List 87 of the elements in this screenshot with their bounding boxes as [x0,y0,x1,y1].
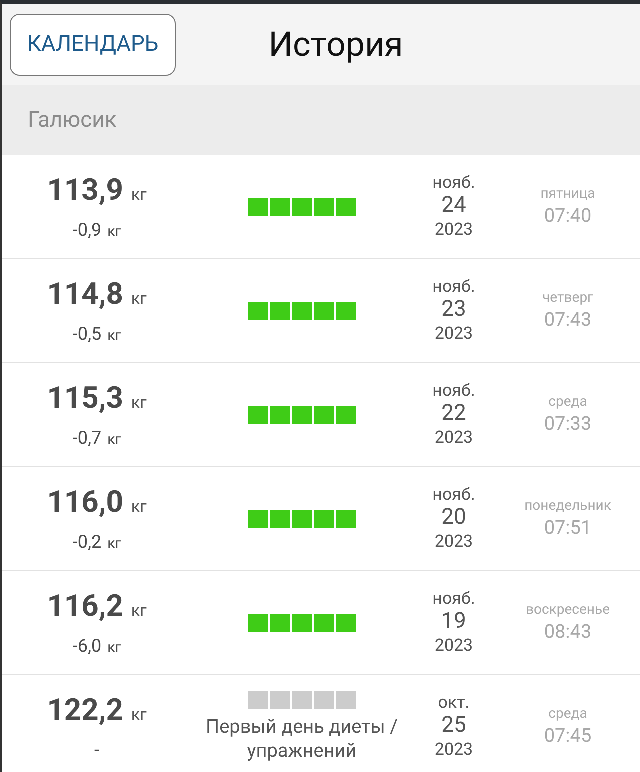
rating-square [248,614,268,632]
rating-square [292,614,312,632]
entry-note: Первый день диеты / упражнений [205,714,399,762]
rating-square [336,614,356,632]
date-year: 2023 [434,636,474,656]
section-header: Галюсик [2,85,640,155]
date-day: 20 [442,505,466,532]
weight-change: -0,2 [72,532,102,552]
rating-square [314,690,334,709]
entry-time: 07:51 [544,516,592,539]
entry-time: 07:43 [544,308,592,331]
rating-square [248,406,268,424]
weight-change: -6,0 [72,636,102,656]
rating-square [314,406,334,424]
date-year: 2023 [434,428,474,448]
rating-square [336,406,356,424]
weight-value: 113,9 [47,172,124,208]
rating-square [248,198,268,216]
change-unit: кг [108,536,122,552]
change-unit: кг [108,328,122,344]
rating-square [314,614,334,632]
weight-unit: кг [131,496,147,516]
rating-square [270,614,290,632]
rating-square [248,690,268,709]
rating-square [270,302,290,320]
rating-square [336,690,356,709]
rating-square [292,302,312,320]
weight-change: - [94,740,100,760]
weekday-label: четверг [542,290,594,306]
date-year: 2023 [434,740,474,760]
date-month: нояб. [432,381,476,402]
change-unit: кг [108,432,122,448]
date-day: 19 [442,609,466,636]
weight-change: -0,5 [72,324,102,344]
rating-square [314,198,334,216]
weight-unit: кг [131,600,147,620]
rating-square [292,510,312,528]
entry-time: 07:33 [544,412,592,435]
date-year: 2023 [434,532,474,552]
rating-square [270,510,290,528]
rating-square [292,198,312,216]
date-day: 24 [442,193,466,220]
rating-square [336,510,356,528]
weight-change: -0,7 [72,428,102,448]
weekday-label: среда [548,394,588,410]
change-unit: кг [108,224,122,240]
rating-square [314,302,334,320]
weight-unit: кг [131,704,147,724]
entry-time: 07:40 [544,204,592,227]
weight-value: 114,8 [47,276,124,312]
date-day: 25 [442,713,466,740]
calendar-button[interactable]: КАЛЕНДАРЬ [10,14,176,76]
date-month: нояб. [432,485,476,506]
weight-unit: кг [131,288,147,308]
weight-value: 122,2 [47,692,124,728]
date-year: 2023 [434,220,474,240]
change-unit: кг [108,640,122,656]
date-month: нояб. [432,173,476,194]
rating-square [336,198,356,216]
rating-square [336,302,356,320]
date-month: окт. [438,693,470,714]
rating-square [248,510,268,528]
weight-value: 116,0 [47,484,124,520]
rating-square [270,406,290,424]
date-day: 22 [442,401,466,428]
rating-square [292,406,312,424]
weight-unit: кг [131,184,147,204]
rating-square [270,690,290,709]
weekday-label: понедельник [524,498,612,514]
screen-title: История [268,24,404,64]
rating-square [292,690,312,709]
rating-square [248,302,268,320]
date-month: нояб. [432,589,476,610]
entry-time: 07:45 [544,724,592,747]
weekday-label: воскресенье [526,602,610,618]
weight-unit: кг [131,392,147,412]
date-month: нояб. [432,277,476,298]
date-year: 2023 [434,324,474,344]
entry-time: 08:43 [544,620,592,643]
weight-value: 116,2 [47,588,124,624]
weight-change: -0,9 [72,220,102,240]
weekday-label: пятница [540,186,596,202]
rating-square [270,198,290,216]
rating-square [314,510,334,528]
weight-value: 115,3 [47,380,124,416]
weekday-label: среда [548,706,588,722]
date-day: 23 [442,297,466,324]
